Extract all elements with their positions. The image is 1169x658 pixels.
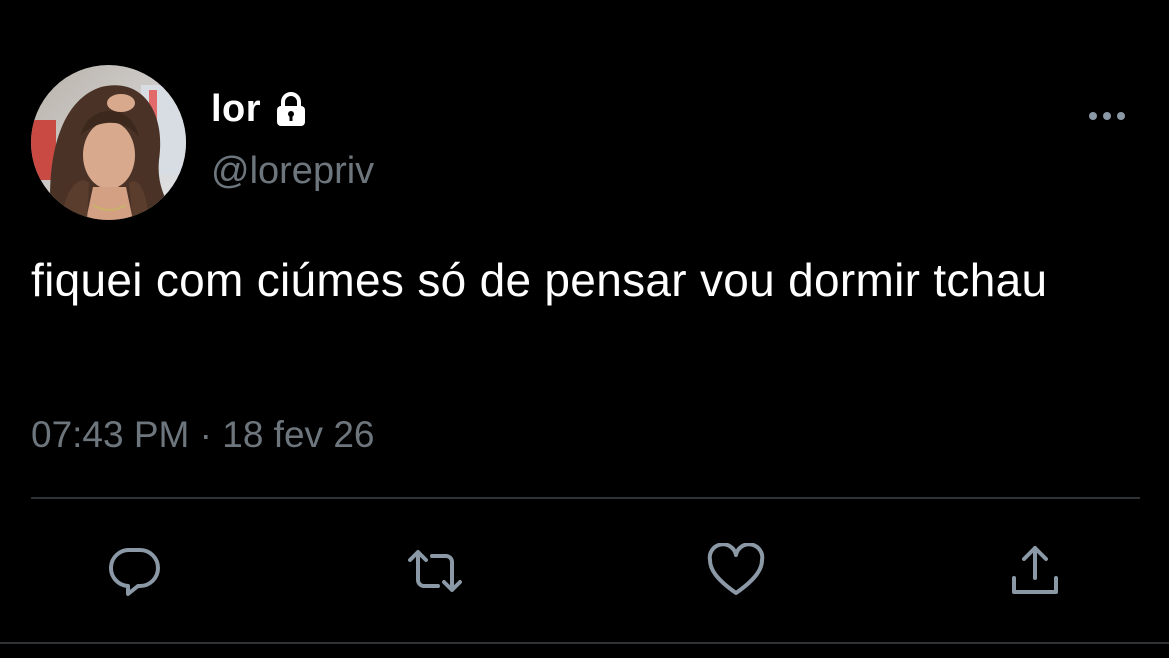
display-name-row: lor	[211, 84, 311, 134]
retweet-icon	[408, 550, 462, 592]
bottom-divider	[0, 642, 1169, 644]
share-upload-icon	[1012, 546, 1058, 594]
reply-bubble-icon	[108, 547, 160, 596]
like-button[interactable]	[705, 540, 767, 602]
share-button[interactable]	[1004, 540, 1066, 602]
tweet-detail: lor @lorepriv fiquei com ciúmes só de pe…	[0, 0, 1169, 658]
lock-icon	[271, 89, 311, 129]
avatar[interactable]	[31, 65, 186, 220]
timestamp[interactable]: 07:43 PM · 18 fev 26	[31, 414, 374, 456]
display-name[interactable]: lor	[211, 88, 261, 131]
handle[interactable]: @lorepriv	[211, 150, 374, 193]
tweet-text: fiquei com ciúmes só de pensar vou dormi…	[31, 254, 1048, 306]
divider	[31, 497, 1140, 499]
reply-button[interactable]	[104, 540, 166, 602]
avatar-image	[31, 65, 186, 220]
retweet-button[interactable]	[404, 540, 466, 602]
heart-icon	[707, 543, 765, 595]
more-dots-icon[interactable]	[1085, 105, 1129, 127]
